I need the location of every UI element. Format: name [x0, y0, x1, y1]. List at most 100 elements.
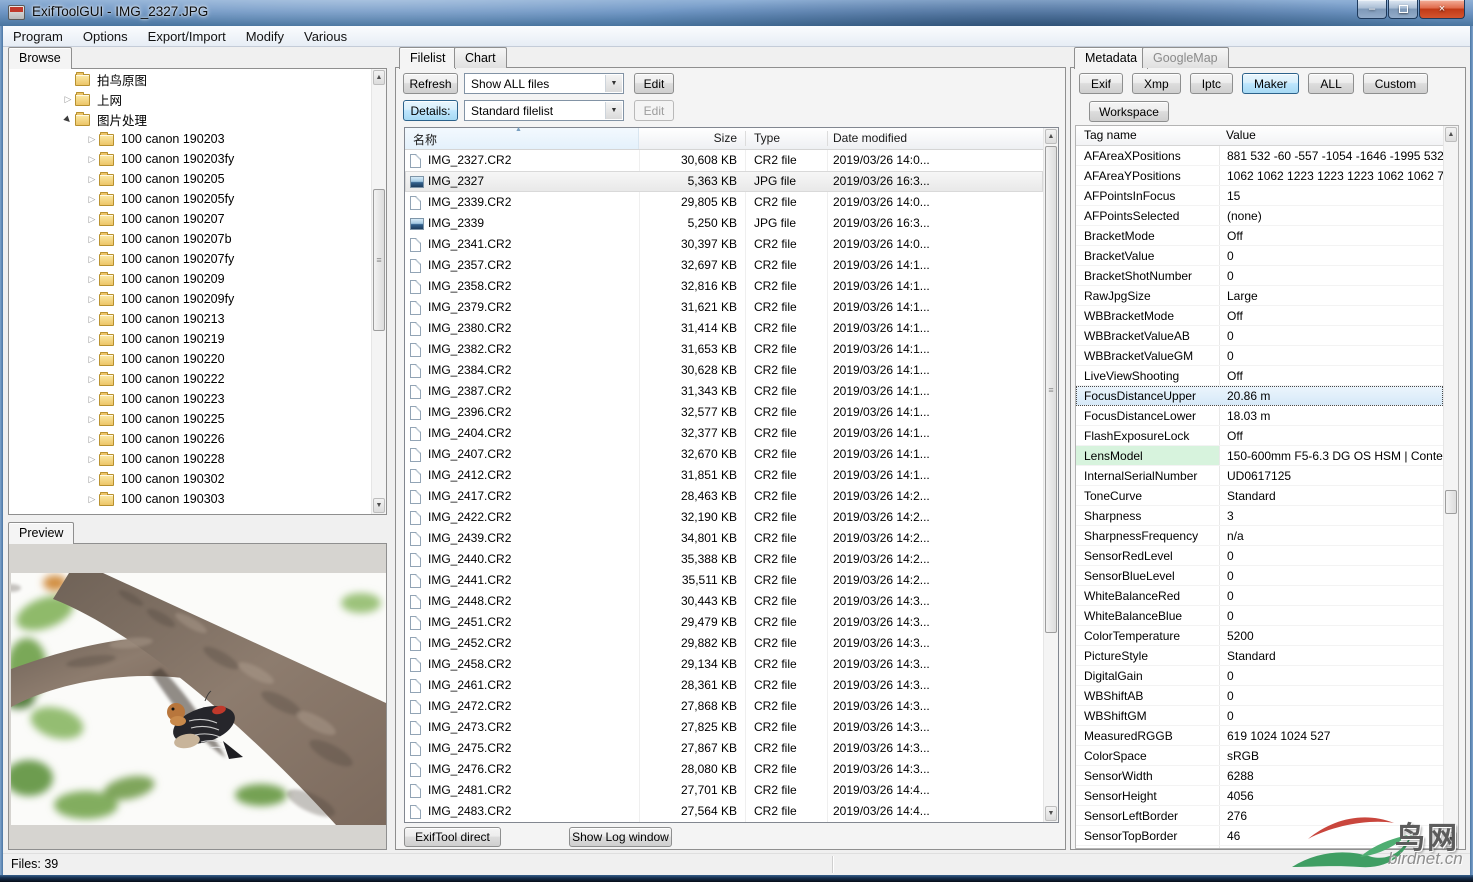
metadata-filter-all-button[interactable]: ALL — [1308, 73, 1353, 94]
file-row[interactable]: IMG_23395,250 KBJPG file2019/03/26 16:3.… — [405, 213, 1043, 234]
metadata-row[interactable]: WBBracketValueGM0 — [1076, 346, 1443, 366]
filelist-scrollbar-thumb[interactable]: ≡ — [1045, 146, 1057, 633]
metadata-row[interactable]: LensModel150-600mm F5-6.3 DG OS HSM | Co… — [1076, 446, 1443, 466]
metadata-row[interactable]: Sharpness3 — [1076, 506, 1443, 526]
metadata-row[interactable]: WhiteBalanceBlue0 — [1076, 606, 1443, 626]
tree-item[interactable]: ▷100 canon 190303 — [9, 489, 386, 509]
file-row[interactable]: IMG_2384.CR230,628 KBCR2 file2019/03/26 … — [405, 360, 1043, 381]
chevron-down-icon[interactable]: ▼ — [605, 102, 622, 119]
column-header-type[interactable]: Type — [754, 131, 780, 145]
file-row[interactable]: IMG_2483.CR227,564 KBCR2 file2019/03/26 … — [405, 801, 1043, 822]
refresh-button[interactable]: Refresh — [403, 73, 458, 94]
file-row[interactable]: IMG_2407.CR232,670 KBCR2 file2019/03/26 … — [405, 444, 1043, 465]
file-row[interactable]: IMG_23275,363 KBJPG file2019/03/26 16:3.… — [405, 171, 1043, 192]
filter-edit-button[interactable]: Edit — [634, 73, 674, 94]
metadata-filter-xmp-button[interactable]: Xmp — [1132, 73, 1181, 94]
metadata-row[interactable]: BracketShotNumber0 — [1076, 266, 1443, 286]
tree-collapsed-icon[interactable]: ▷ — [85, 234, 99, 245]
file-row[interactable]: IMG_2476.CR228,080 KBCR2 file2019/03/26 … — [405, 759, 1043, 780]
tab-filelist[interactable]: Filelist — [399, 47, 456, 69]
tree-expanded-icon[interactable]: ▶ — [60, 111, 76, 127]
metadata-row[interactable]: SharpnessFrequencyn/a — [1076, 526, 1443, 546]
metadata-row[interactable]: AFAreaXPositions881 532 -60 -557 -1054 -… — [1076, 146, 1443, 166]
tree-item[interactable]: ▷100 canon 190207 — [9, 209, 386, 229]
file-row[interactable]: IMG_2341.CR230,397 KBCR2 file2019/03/26 … — [405, 234, 1043, 255]
tree-item[interactable]: ▷100 canon 190203fy — [9, 149, 386, 169]
column-header-date[interactable]: Date modified — [833, 131, 907, 145]
metadata-row[interactable]: BracketValue0 — [1076, 246, 1443, 266]
metadata-row[interactable]: AFPointsSelected(none) — [1076, 206, 1443, 226]
scroll-down-icon[interactable]: ▼ — [373, 498, 385, 513]
metadata-scrollbar[interactable]: ▲ ▼ — [1443, 126, 1458, 848]
tree-item[interactable]: ▷100 canon 190209fy — [9, 289, 386, 309]
metadata-row[interactable]: InternalSerialNumberUD0617125 — [1076, 466, 1443, 486]
column-header-tag-name[interactable]: Tag name — [1084, 128, 1137, 142]
file-row[interactable]: IMG_2472.CR227,868 KBCR2 file2019/03/26 … — [405, 696, 1043, 717]
tree-item[interactable]: ▷100 canon 190207b — [9, 229, 386, 249]
metadata-row[interactable]: PictureStyleStandard — [1076, 646, 1443, 666]
file-row[interactable]: IMG_2441.CR235,511 KBCR2 file2019/03/26 … — [405, 570, 1043, 591]
tree-item[interactable]: ▷上网 — [9, 89, 386, 109]
file-row[interactable]: IMG_2481.CR227,701 KBCR2 file2019/03/26 … — [405, 780, 1043, 801]
tree-item[interactable]: ▷100 canon 190228 — [9, 449, 386, 469]
metadata-row[interactable]: AFAreaYPositions1062 1062 1223 1223 1223… — [1076, 166, 1443, 186]
scroll-up-icon[interactable]: ▲ — [1445, 127, 1457, 142]
tree-item[interactable]: ▷100 canon 190220 — [9, 349, 386, 369]
metadata-row[interactable]: MeasuredRGGB619 1024 1024 527 — [1076, 726, 1443, 746]
column-header-name[interactable]: 名称 ▲ — [405, 128, 639, 149]
scroll-up-icon[interactable]: ▲ — [373, 70, 385, 85]
metadata-row[interactable]: LiveViewShootingOff — [1076, 366, 1443, 386]
file-filter-dropdown[interactable]: Show ALL files ▼ — [464, 73, 624, 94]
column-header-value[interactable]: Value — [1226, 128, 1256, 142]
tree-collapsed-icon[interactable]: ▷ — [85, 354, 99, 365]
tree-item[interactable]: ▷100 canon 190302 — [9, 469, 386, 489]
tree-collapsed-icon[interactable]: ▷ — [85, 454, 99, 465]
tree-item[interactable]: ▷100 canon 190219 — [9, 329, 386, 349]
metadata-row[interactable]: WBShiftGM0 — [1076, 706, 1443, 726]
tree-collapsed-icon[interactable]: ▷ — [85, 474, 99, 485]
metadata-row[interactable]: ColorTemperature5200 — [1076, 626, 1443, 646]
metadata-row[interactable]: RawJpgSizeLarge — [1076, 286, 1443, 306]
metadata-row[interactable]: SensorWidth6288 — [1076, 766, 1443, 786]
tree-item[interactable]: 拍鸟原图 — [9, 69, 386, 89]
tree-collapsed-icon[interactable]: ▷ — [85, 174, 99, 185]
file-row[interactable]: IMG_2327.CR230,608 KBCR2 file2019/03/26 … — [405, 150, 1043, 171]
metadata-scrollbar-thumb[interactable] — [1445, 490, 1457, 514]
menu-item-exportimport[interactable]: Export/Import — [138, 26, 236, 46]
exiftool-direct-button[interactable]: ExifTool direct — [404, 827, 501, 847]
tab-preview[interactable]: Preview — [8, 522, 74, 544]
file-row[interactable]: IMG_2452.CR229,882 KBCR2 file2019/03/26 … — [405, 633, 1043, 654]
file-row[interactable]: IMG_2440.CR235,388 KBCR2 file2019/03/26 … — [405, 549, 1043, 570]
scroll-down-icon[interactable]: ▼ — [1445, 832, 1457, 847]
file-row[interactable]: IMG_2475.CR227,867 KBCR2 file2019/03/26 … — [405, 738, 1043, 759]
tree-collapsed-icon[interactable]: ▷ — [85, 274, 99, 285]
tree-collapsed-icon[interactable]: ▷ — [61, 94, 75, 105]
metadata-filter-exif-button[interactable]: Exif — [1079, 73, 1123, 94]
filelist-scrollbar[interactable]: ▲ ≡ ▼ — [1043, 128, 1058, 822]
metadata-row[interactable]: WBBracketValueAB0 — [1076, 326, 1443, 346]
menu-item-various[interactable]: Various — [294, 26, 357, 46]
metadata-row[interactable]: ToneCurveStandard — [1076, 486, 1443, 506]
metadata-filter-custom-button[interactable]: Custom — [1363, 73, 1428, 94]
tree-collapsed-icon[interactable]: ▷ — [85, 134, 99, 145]
window-border-bottom[interactable] — [0, 875, 1473, 882]
metadata-row[interactable]: WBShiftAB0 — [1076, 686, 1443, 706]
menu-item-options[interactable]: Options — [73, 26, 138, 46]
tab-chart[interactable]: Chart — [454, 47, 507, 68]
tree-scrollbar[interactable]: ▲ ≡ ▼ — [371, 69, 386, 514]
tree-collapsed-icon[interactable]: ▷ — [85, 434, 99, 445]
file-row[interactable]: IMG_2387.CR231,343 KBCR2 file2019/03/26 … — [405, 381, 1043, 402]
file-row[interactable]: IMG_2439.CR234,801 KBCR2 file2019/03/26 … — [405, 528, 1043, 549]
scroll-up-icon[interactable]: ▲ — [1045, 129, 1057, 144]
file-row[interactable]: IMG_2379.CR231,621 KBCR2 file2019/03/26 … — [405, 297, 1043, 318]
file-row[interactable]: IMG_2473.CR227,825 KBCR2 file2019/03/26 … — [405, 717, 1043, 738]
tree-collapsed-icon[interactable]: ▷ — [85, 314, 99, 325]
file-row[interactable]: IMG_2451.CR229,479 KBCR2 file2019/03/26 … — [405, 612, 1043, 633]
tree-collapsed-icon[interactable]: ▷ — [85, 254, 99, 265]
tree-collapsed-icon[interactable]: ▷ — [85, 494, 99, 505]
column-header-size[interactable]: Size — [641, 131, 737, 145]
file-row[interactable]: IMG_2412.CR231,851 KBCR2 file2019/03/26 … — [405, 465, 1043, 486]
tree-item[interactable]: ▷100 canon 190203 — [9, 129, 386, 149]
workspace-button[interactable]: Workspace — [1089, 101, 1169, 122]
tree-item[interactable]: ▷100 canon 190226 — [9, 429, 386, 449]
